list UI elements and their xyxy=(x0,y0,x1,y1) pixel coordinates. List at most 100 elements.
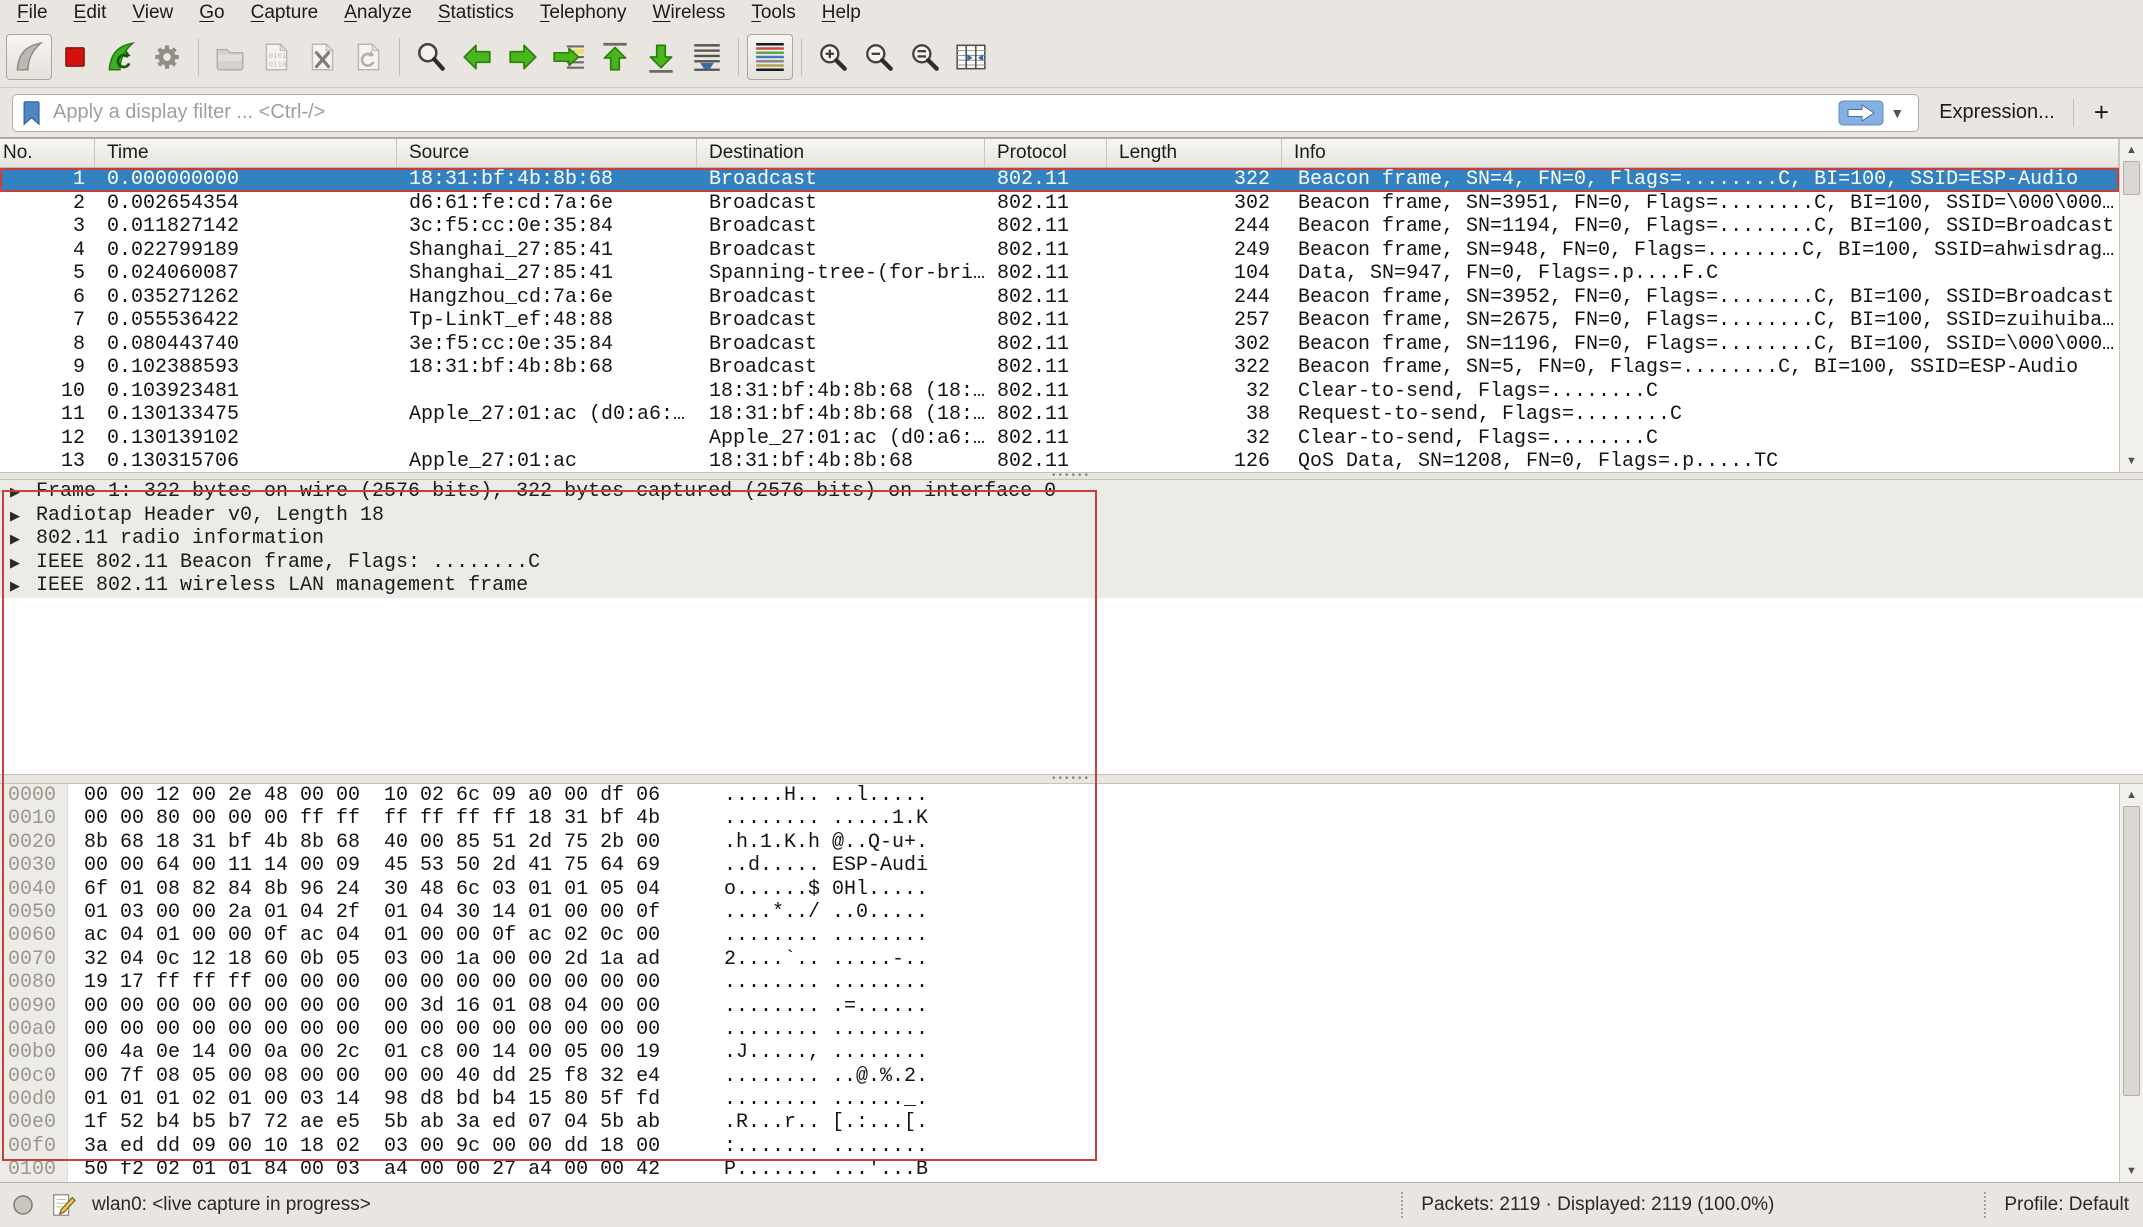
column-header-info[interactable]: Info xyxy=(1282,139,2119,167)
scroll-down-icon[interactable]: ▼ xyxy=(2120,452,2143,470)
find-packet-button[interactable] xyxy=(408,34,454,80)
detail-row[interactable]: ▶IEEE 802.11 Beacon frame, Flags: ......… xyxy=(0,551,2143,575)
packet-row[interactable]: 130.130315706Apple_27:01:ac18:31:bf:4b:8… xyxy=(0,450,2119,472)
packet-list-scrollbar[interactable]: ▲ ▼ xyxy=(2119,139,2143,472)
hex-ascii[interactable]: ........ ..@.%.2. xyxy=(724,1065,928,1088)
colorize-packets-button[interactable] xyxy=(747,34,793,80)
close-file-button[interactable] xyxy=(299,34,345,80)
menu-file[interactable]: File xyxy=(4,0,61,26)
hex-bytes[interactable]: 50 f2 02 01 01 84 00 03 a4 00 00 27 a4 0… xyxy=(84,1158,660,1181)
capture-options-button[interactable] xyxy=(144,34,190,80)
hex-bytes[interactable]: ac 04 01 00 00 0f ac 04 01 00 00 0f ac 0… xyxy=(84,924,660,947)
hex-ascii[interactable]: .h.1.K.h @..Q-u+. xyxy=(724,831,928,854)
hex-row[interactable]: 007032 04 0c 12 18 60 0b 05 03 00 1a 00 … xyxy=(0,948,2119,971)
detail-row[interactable]: ▶802.11 radio information xyxy=(0,527,2143,551)
packet-bytes-scrollbar[interactable]: ▲ ▼ xyxy=(2119,784,2143,1182)
filter-apply-button[interactable] xyxy=(1838,100,1884,126)
hex-bytes[interactable]: 3a ed dd 09 00 10 18 02 03 00 9c 00 00 d… xyxy=(84,1135,660,1158)
hex-bytes[interactable]: 00 4a 0e 14 00 0a 00 2c 01 c8 00 14 00 0… xyxy=(84,1041,660,1064)
open-file-button[interactable] xyxy=(207,34,253,80)
hex-bytes[interactable]: 6f 01 08 82 84 8b 96 24 30 48 6c 03 01 0… xyxy=(84,878,660,901)
start-capture-button[interactable] xyxy=(6,34,52,80)
hex-ascii[interactable]: :....... ........ xyxy=(724,1135,928,1158)
expander-icon[interactable]: ▶ xyxy=(10,481,36,504)
menu-edit[interactable]: Edit xyxy=(61,0,120,26)
hex-ascii[interactable]: 2....`.. .....-.. xyxy=(724,948,928,971)
column-header-destination[interactable]: Destination xyxy=(697,139,985,167)
pane-splitter[interactable]: •••••• xyxy=(0,472,2143,480)
hex-row[interactable]: 000000 00 12 00 2e 48 00 00 10 02 6c 09 … xyxy=(0,784,2119,807)
zoom-out-button[interactable] xyxy=(856,34,902,80)
hex-bytes[interactable]: 00 00 00 00 00 00 00 00 00 3d 16 01 08 0… xyxy=(84,995,660,1018)
detail-row[interactable]: ▶Frame 1: 322 bytes on wire (2576 bits),… xyxy=(0,480,2143,504)
hex-ascii[interactable]: ........ ........ xyxy=(724,971,928,994)
column-header-protocol[interactable]: Protocol xyxy=(985,139,1107,167)
packet-row[interactable]: 30.0118271423c:f5:cc:0e:35:84Broadcast80… xyxy=(0,215,2119,239)
hex-ascii[interactable]: .J....., ........ xyxy=(724,1041,928,1064)
hex-row[interactable]: 00c000 7f 08 05 00 08 00 00 00 00 40 dd … xyxy=(0,1065,2119,1088)
packet-row[interactable]: 40.022799189Shanghai_27:85:41Broadcast80… xyxy=(0,239,2119,263)
auto-scroll-button[interactable] xyxy=(684,34,730,80)
scroll-up-icon[interactable]: ▲ xyxy=(2120,141,2143,159)
expander-icon[interactable]: ▶ xyxy=(10,505,36,528)
column-header-source[interactable]: Source xyxy=(397,139,697,167)
hex-ascii[interactable]: ..d..... ESP-Audi xyxy=(724,854,928,877)
column-header-time[interactable]: Time xyxy=(95,139,397,167)
hex-row[interactable]: 010050 f2 02 01 01 84 00 03 a4 00 00 27 … xyxy=(0,1158,2119,1181)
hex-ascii[interactable]: P....... ...'...B xyxy=(724,1158,928,1181)
zoom-reset-button[interactable] xyxy=(902,34,948,80)
hex-ascii[interactable]: ........ ......_. xyxy=(724,1088,928,1111)
menu-analyze[interactable]: Analyze xyxy=(331,0,425,26)
expert-info-icon[interactable] xyxy=(12,1194,34,1216)
menu-help[interactable]: Help xyxy=(809,0,874,26)
expander-icon[interactable]: ▶ xyxy=(10,552,36,575)
menu-view[interactable]: View xyxy=(119,0,186,26)
hex-ascii[interactable]: ........ .....1.K xyxy=(724,807,928,830)
detail-row[interactable]: ▶Radiotap Header v0, Length 18 xyxy=(0,504,2143,528)
expander-icon[interactable]: ▶ xyxy=(10,528,36,551)
hex-bytes[interactable]: 01 01 01 02 01 00 03 14 98 d8 bd b4 15 8… xyxy=(84,1088,660,1111)
packet-row[interactable]: 100.10392348118:31:bf:4b:8b:68 (18:…802.… xyxy=(0,380,2119,404)
stop-capture-button[interactable] xyxy=(52,34,98,80)
hex-bytes[interactable]: 8b 68 18 31 bf 4b 8b 68 40 00 85 51 2d 7… xyxy=(84,831,660,854)
packet-row[interactable]: 20.002654354d6:61:fe:cd:7a:6eBroadcast80… xyxy=(0,192,2119,216)
menu-statistics[interactable]: Statistics xyxy=(425,0,527,26)
packet-row[interactable]: 70.055536422Tp-LinkT_ef:48:88Broadcast80… xyxy=(0,309,2119,333)
scroll-down-icon[interactable]: ▼ xyxy=(2120,1162,2143,1180)
hex-row[interactable]: 0060ac 04 01 00 00 0f ac 04 01 00 00 0f … xyxy=(0,924,2119,947)
display-filter-input[interactable] xyxy=(51,100,1838,125)
hex-row[interactable]: 00b000 4a 0e 14 00 0a 00 2c 01 c8 00 14 … xyxy=(0,1041,2119,1064)
go-forward-button[interactable] xyxy=(500,34,546,80)
restart-capture-button[interactable] xyxy=(98,34,144,80)
save-file-button[interactable]: 0101 0110 xyxy=(253,34,299,80)
scroll-up-icon[interactable]: ▲ xyxy=(2120,786,2143,804)
menu-tools[interactable]: Tools xyxy=(738,0,808,26)
hex-row[interactable]: 00f03a ed dd 09 00 10 18 02 03 00 9c 00 … xyxy=(0,1135,2119,1158)
go-back-button[interactable] xyxy=(454,34,500,80)
hex-row[interactable]: 00208b 68 18 31 bf 4b 8b 68 40 00 85 51 … xyxy=(0,831,2119,854)
add-filter-button[interactable]: + xyxy=(2074,97,2131,128)
hex-ascii[interactable]: ....*../ ..0..... xyxy=(724,901,928,924)
hex-bytes[interactable]: 00 7f 08 05 00 08 00 00 00 00 40 dd 25 f… xyxy=(84,1065,660,1088)
hex-row[interactable]: 008019 17 ff ff ff 00 00 00 00 00 00 00 … xyxy=(0,971,2119,994)
hex-ascii[interactable]: o......$ 0Hl..... xyxy=(724,878,928,901)
filter-history-caret[interactable]: ▼ xyxy=(1884,105,1912,121)
hex-bytes[interactable]: 32 04 0c 12 18 60 0b 05 03 00 1a 00 00 2… xyxy=(84,948,660,971)
capture-comment-icon[interactable] xyxy=(50,1192,76,1218)
hex-bytes[interactable]: 1f 52 b4 b5 b7 72 ae e5 5b ab 3a ed 07 0… xyxy=(84,1111,660,1134)
column-header-length[interactable]: Length xyxy=(1107,139,1282,167)
go-last-packet-button[interactable] xyxy=(638,34,684,80)
scrollbar-thumb[interactable] xyxy=(2123,161,2140,195)
column-header-no[interactable]: No. xyxy=(0,139,95,167)
hex-row[interactable]: 00e01f 52 b4 b5 b7 72 ae e5 5b ab 3a ed … xyxy=(0,1111,2119,1134)
display-filter-field[interactable]: ▼ xyxy=(12,94,1919,132)
reload-file-button[interactable] xyxy=(345,34,391,80)
hex-row[interactable]: 009000 00 00 00 00 00 00 00 00 3d 16 01 … xyxy=(0,995,2119,1018)
bookmark-icon[interactable] xyxy=(19,100,51,126)
expression-button[interactable]: Expression... xyxy=(1919,101,2073,124)
hex-bytes[interactable]: 00 00 00 00 00 00 00 00 00 00 00 00 00 0… xyxy=(84,1018,660,1041)
hex-ascii[interactable]: ........ ........ xyxy=(724,924,928,947)
hex-bytes[interactable]: 01 03 00 00 2a 01 04 2f 01 04 30 14 01 0… xyxy=(84,901,660,924)
resize-columns-button[interactable] xyxy=(948,34,994,80)
scrollbar-thumb[interactable] xyxy=(2123,806,2140,1096)
